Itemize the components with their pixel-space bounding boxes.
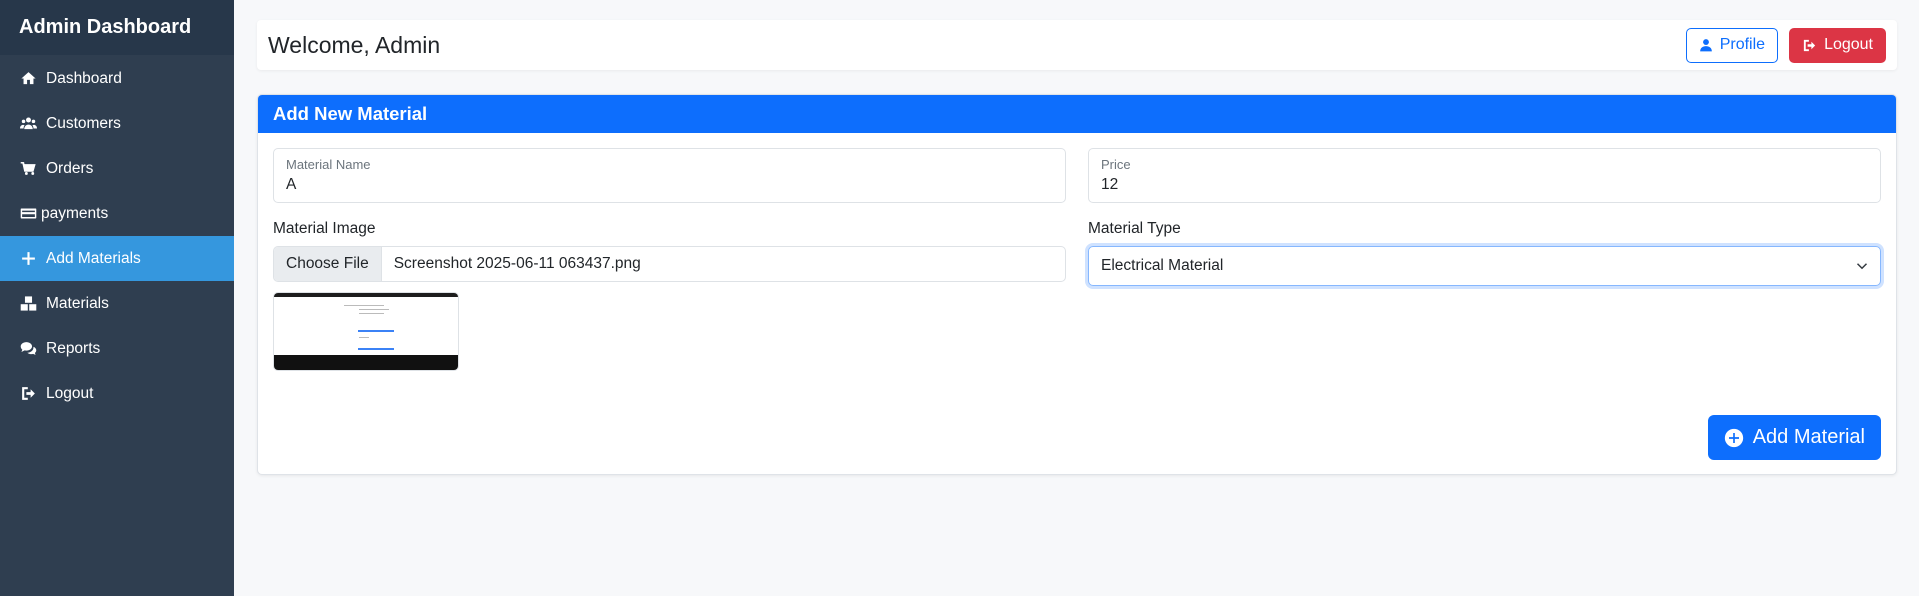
credit-card-icon	[18, 205, 38, 223]
top-actions: Profile Logout	[1685, 27, 1886, 63]
sidebar-item-label: payments	[41, 204, 109, 222]
sidebar: Admin Dashboard Dashboard Customers Orde…	[0, 0, 234, 596]
app: Admin Dashboard Dashboard Customers Orde…	[0, 0, 1919, 596]
sidebar-item-payments[interactable]: payments	[0, 191, 234, 236]
home-icon	[18, 70, 38, 88]
material-image-input[interactable]: Choose File Screenshot 2025-06-11 063437…	[273, 246, 1066, 282]
price-field[interactable]: Price 12	[1088, 148, 1881, 203]
price-value: 12	[1101, 176, 1119, 193]
sidebar-item-label: Add Materials	[46, 249, 141, 267]
price-label: Price	[1101, 157, 1131, 172]
sidebar-item-label: Customers	[46, 114, 121, 132]
material-name-value: A	[286, 176, 297, 193]
boxes-icon	[18, 295, 38, 313]
material-type-value: Electrical Material	[1101, 257, 1224, 274]
add-material-button-label: Add Material	[1752, 426, 1865, 448]
sidebar-item-orders[interactable]: Orders	[0, 146, 234, 191]
sidebar-item-customers[interactable]: Customers	[0, 101, 234, 146]
image-preview	[273, 292, 459, 371]
sidebar-title: Admin Dashboard	[0, 0, 234, 55]
sign-out-icon	[18, 385, 38, 403]
comments-icon	[18, 340, 38, 358]
material-type-select[interactable]: Electrical Material	[1088, 246, 1881, 286]
form-row-bottom: Material Image Choose File Screenshot 20…	[273, 203, 1881, 371]
sidebar-item-label: Orders	[46, 159, 94, 177]
sidebar-nav: Dashboard Customers Orders payments Add …	[0, 56, 234, 416]
sidebar-item-label: Dashboard	[46, 69, 122, 87]
sign-out-icon	[1803, 39, 1816, 51]
user-icon	[1699, 39, 1712, 52]
add-material-card: Add New Material Material Name A Price 1…	[257, 94, 1897, 475]
chevron-down-icon	[1856, 263, 1868, 270]
sidebar-item-label: Logout	[46, 384, 94, 402]
sidebar-item-add-materials[interactable]: Add Materials	[0, 236, 234, 281]
selected-file-name: Screenshot 2025-06-11 063437.png	[393, 255, 641, 272]
add-material-form: Material Name A Price 12 Material Image	[258, 133, 1896, 474]
welcome-text: Welcome, Admin	[268, 31, 441, 58]
card-title: Add New Material	[258, 95, 1896, 133]
plus-circle-icon	[1724, 428, 1743, 447]
sidebar-item-dashboard[interactable]: Dashboard	[0, 56, 234, 101]
material-name-label: Material Name	[286, 157, 371, 172]
sidebar-item-materials[interactable]: Materials	[0, 281, 234, 326]
material-type-label: Material Type	[1088, 220, 1181, 237]
material-name-field[interactable]: Material Name A	[273, 148, 1066, 203]
profile-button[interactable]: Profile	[1685, 27, 1779, 63]
logout-button-label: Logout	[1824, 36, 1873, 53]
logout-button[interactable]: Logout	[1789, 27, 1886, 63]
sidebar-item-logout[interactable]: Logout	[0, 371, 234, 416]
sidebar-item-reports[interactable]: Reports	[0, 326, 234, 371]
form-row-top: Material Name A Price 12	[273, 148, 1881, 203]
top-bar: Welcome, Admin Profile Logout	[257, 20, 1897, 70]
add-material-button[interactable]: Add Material	[1707, 415, 1881, 460]
plus-icon	[18, 250, 38, 268]
sidebar-item-label: Materials	[46, 294, 109, 312]
cart-icon	[18, 160, 38, 178]
choose-file-button[interactable]: Choose File	[274, 247, 382, 281]
material-image-label: Material Image	[273, 220, 376, 237]
sidebar-item-label: Reports	[46, 339, 101, 357]
users-icon	[18, 115, 38, 133]
main-content: Welcome, Admin Profile Logout Add New Ma…	[234, 0, 1919, 596]
profile-button-label: Profile	[1719, 36, 1766, 53]
